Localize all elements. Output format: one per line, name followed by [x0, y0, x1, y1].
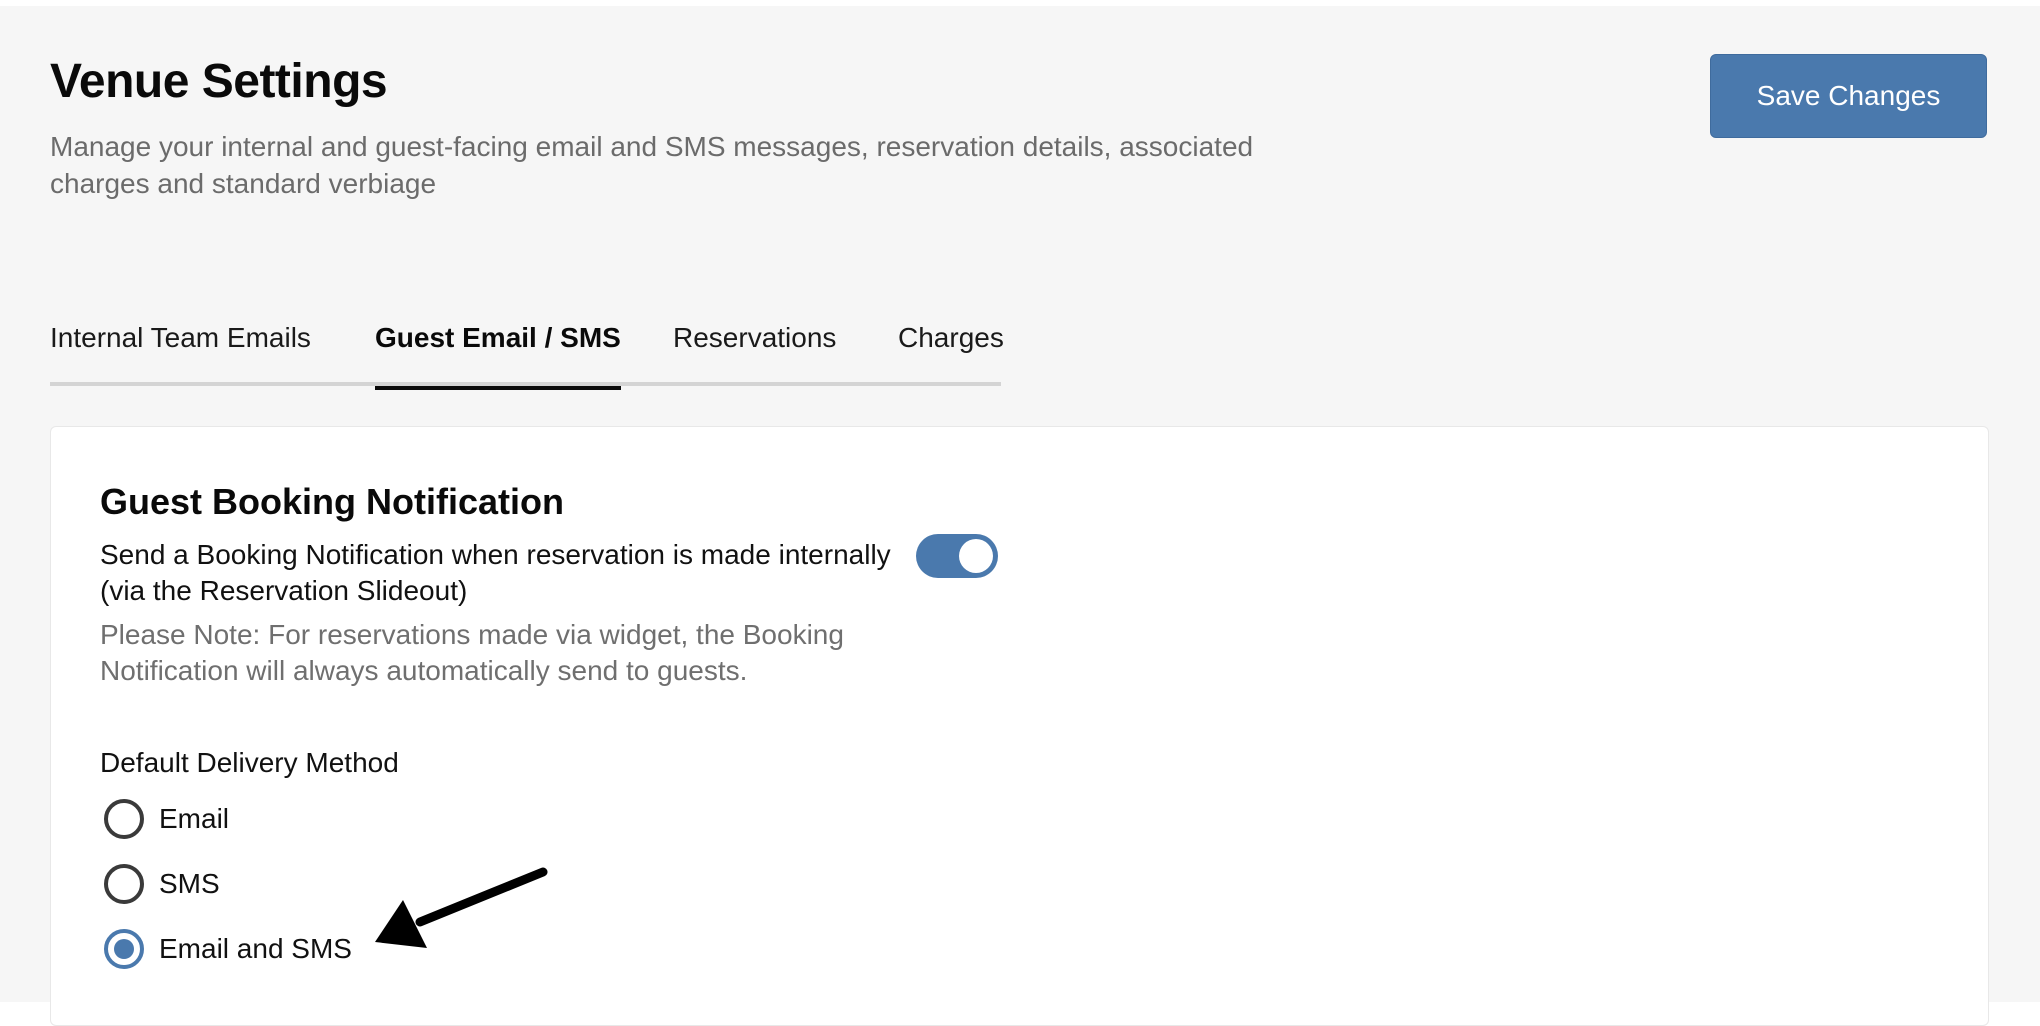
radio-sms[interactable]: [104, 864, 144, 904]
delivery-method-label: Default Delivery Method: [100, 747, 399, 778]
guest-booking-card: Guest Booking Notification Send a Bookin…: [50, 426, 1989, 1026]
radio-email-and-sms[interactable]: [104, 929, 144, 969]
booking-notification-toggle[interactable]: [916, 534, 998, 578]
booking-notification-note: Please Note: For reservations made via w…: [100, 619, 844, 686]
radio-email-label: Email: [159, 803, 230, 834]
save-changes-button[interactable]: Save Changes: [1710, 54, 1987, 138]
arrow-icon: [375, 867, 548, 948]
settings-tabs: Internal Team Emails Guest Email / SMS R…: [50, 314, 1004, 390]
booking-notification-description: Send a Booking Notification when reserva…: [100, 539, 891, 606]
toggle-knob: [959, 539, 993, 573]
tab-internal-team-emails[interactable]: Internal Team Emails: [50, 314, 311, 386]
page-description: Manage your internal and guest-facing em…: [50, 131, 1254, 199]
guest-booking-title: Guest Booking Notification: [100, 481, 564, 522]
delivery-option-email-and-sms[interactable]: Email and SMS: [104, 927, 352, 971]
delivery-option-sms[interactable]: SMS: [104, 862, 220, 906]
tab-reservations[interactable]: Reservations: [673, 314, 836, 386]
radio-email[interactable]: [104, 799, 144, 839]
delivery-option-email[interactable]: Email: [104, 797, 229, 841]
radio-email-and-sms-label: Email and SMS: [159, 933, 352, 964]
page-background: Venue Settings Manage your internal and …: [0, 6, 2040, 1026]
tab-charges[interactable]: Charges: [898, 314, 1004, 386]
page-title: Venue Settings: [50, 55, 388, 108]
tab-guest-email-sms[interactable]: Guest Email / SMS: [375, 314, 621, 390]
radio-sms-label: SMS: [159, 868, 220, 899]
